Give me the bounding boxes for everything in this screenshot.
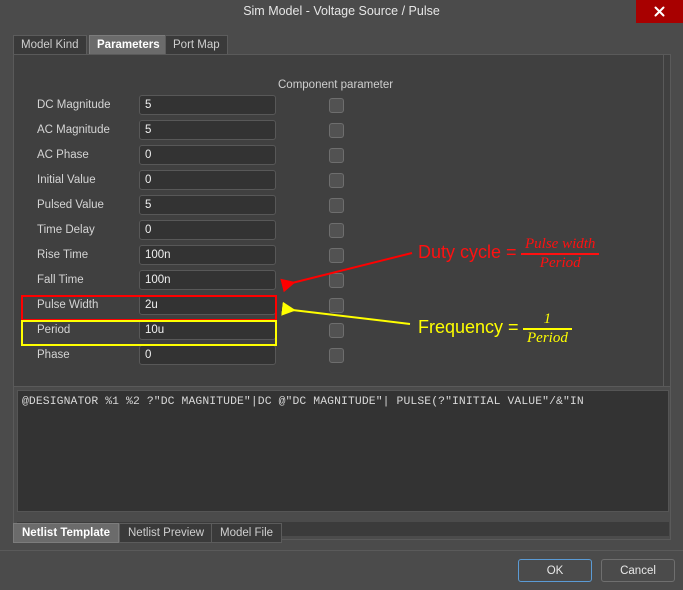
ok-button[interactable]: OK [518, 559, 592, 582]
parameter-value-input[interactable] [139, 245, 276, 265]
parameter-label: AC Magnitude [37, 124, 110, 136]
component-parameter-checkbox[interactable] [329, 323, 344, 338]
parameter-value-input[interactable] [139, 345, 276, 365]
footer-divider [0, 550, 683, 551]
component-parameter-checkbox[interactable] [329, 223, 344, 238]
window-title: Sim Model - Voltage Source / Pulse [243, 4, 440, 18]
parameter-label: Pulsed Value [37, 199, 104, 211]
parameter-label: Fall Time [37, 274, 84, 286]
tab-netlist-template[interactable]: Netlist Template [13, 523, 119, 543]
parameter-row: DC Magnitude [14, 94, 670, 119]
netlist-template-text: @DESIGNATOR %1 %2 ?"DC MAGNITUDE"|DC @"D… [22, 396, 584, 408]
parameter-label: DC Magnitude [37, 99, 111, 111]
parameter-row: Pulse Width [14, 294, 670, 319]
parameter-row: AC Magnitude [14, 119, 670, 144]
bottom-tab-strip: Netlist Template Netlist Preview Model F… [13, 523, 671, 543]
parameter-label: Initial Value [37, 174, 96, 186]
parameter-label: Pulse Width [37, 299, 99, 311]
panel-right-edge [663, 55, 670, 388]
tab-strip: Model Kind Parameters Port Map [13, 35, 671, 55]
component-parameter-checkbox[interactable] [329, 273, 344, 288]
parameter-value-input[interactable] [139, 145, 276, 165]
parameter-row: Fall Time [14, 269, 670, 294]
component-parameter-checkbox[interactable] [329, 248, 344, 263]
parameter-row: AC Phase [14, 144, 670, 169]
tab-parameters[interactable]: Parameters [89, 35, 168, 55]
parameter-row: Pulsed Value [14, 194, 670, 219]
parameter-row: Rise Time [14, 244, 670, 269]
close-button[interactable] [636, 0, 683, 23]
parameter-value-input[interactable] [139, 195, 276, 215]
cancel-button[interactable]: Cancel [601, 559, 675, 582]
parameter-row: Period [14, 319, 670, 344]
component-parameter-checkbox[interactable] [329, 148, 344, 163]
dialog-body: Model Kind Parameters Port Map Component… [0, 23, 683, 590]
component-parameter-checkbox[interactable] [329, 98, 344, 113]
parameter-value-input[interactable] [139, 270, 276, 290]
parameter-label: Time Delay [37, 224, 95, 236]
parameter-value-input[interactable] [139, 320, 276, 340]
component-parameter-header: Component parameter [278, 79, 394, 91]
component-parameter-checkbox[interactable] [329, 198, 344, 213]
tab-netlist-preview[interactable]: Netlist Preview [119, 523, 214, 543]
parameter-value-input[interactable] [139, 295, 276, 315]
parameter-label: Phase [37, 349, 70, 361]
component-parameter-checkbox[interactable] [329, 348, 344, 363]
parameter-label: Rise Time [37, 249, 89, 261]
parameter-row: Phase [14, 344, 670, 369]
component-parameter-checkbox[interactable] [329, 173, 344, 188]
netlist-template-textarea[interactable]: @DESIGNATOR %1 %2 ?"DC MAGNITUDE"|DC @"D… [17, 390, 669, 512]
parameter-label: AC Phase [37, 149, 89, 161]
parameter-value-input[interactable] [139, 95, 276, 115]
close-icon [654, 6, 665, 17]
tab-model-kind[interactable]: Model Kind [13, 35, 87, 55]
component-parameter-checkbox[interactable] [329, 123, 344, 138]
parameter-value-input[interactable] [139, 220, 276, 240]
tab-port-map[interactable]: Port Map [165, 35, 228, 55]
netlist-panel: @DESIGNATOR %1 %2 ?"DC MAGNITUDE"|DC @"D… [13, 386, 671, 540]
parameter-label: Period [37, 324, 71, 336]
tab-model-file[interactable]: Model File [211, 523, 283, 543]
parameters-panel: Component parameter DC Magnitude AC Magni… [13, 54, 671, 389]
parameter-row: Initial Value [14, 169, 670, 194]
parameter-row: Time Delay [14, 219, 670, 244]
component-parameter-checkbox[interactable] [329, 298, 344, 313]
parameter-value-input[interactable] [139, 170, 276, 190]
title-bar: Sim Model - Voltage Source / Pulse [0, 0, 683, 23]
parameter-value-input[interactable] [139, 120, 276, 140]
